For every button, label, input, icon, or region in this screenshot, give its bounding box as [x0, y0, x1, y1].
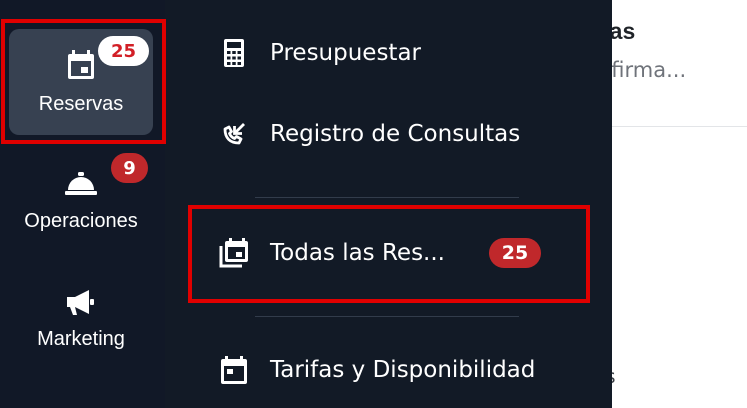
menu-item-label: Registro de Consultas [270, 121, 521, 147]
content-divider [612, 126, 747, 127]
menu-item-tarifas-y-disponibilidad[interactable]: Tarifas y Disponibilidad [165, 335, 612, 405]
page-subtitle-fragment: nfirma... [612, 58, 687, 82]
menu-divider [255, 197, 519, 198]
page-title-fragment: tas [612, 18, 636, 44]
menu-item-label: Tarifas y Disponibilidad [270, 357, 536, 383]
sidebar-item-label: Marketing [37, 328, 125, 350]
menu-item-todas-las-reservas[interactable]: Todas las Res... 25 [165, 218, 612, 288]
sidebar-item-label: Operaciones [24, 210, 138, 232]
reservas-count-badge: 25 [98, 36, 149, 66]
main-content-area: tas nfirma... as [612, 0, 747, 408]
calendar-today-icon [217, 353, 251, 387]
menu-item-label: Todas las Res... [270, 240, 445, 266]
reservas-flyout-menu: Presupuestar Registro de Consultas Todas… [165, 0, 612, 408]
content-text-fragment: as [612, 366, 616, 388]
incoming-call-icon [217, 117, 251, 151]
menu-divider [255, 316, 519, 317]
megaphone-icon [9, 288, 153, 316]
sidebar-item-marketing[interactable]: Marketing [9, 268, 153, 368]
operaciones-count-badge: 9 [111, 153, 148, 183]
todas-reservas-count-badge: 25 [489, 238, 541, 268]
menu-item-registro-de-consultas[interactable]: Registro de Consultas [165, 99, 612, 169]
menu-item-presupuestar[interactable]: Presupuestar [165, 18, 612, 88]
sidebar-item-label: Reservas [38, 93, 124, 115]
calendar-multiple-icon [217, 236, 251, 270]
menu-item-label: Presupuestar [270, 40, 422, 66]
sidebar-rail: Reservas 25 Operaciones 9 Marketing [0, 0, 165, 408]
more-items-icon [72, 400, 90, 408]
calculator-icon [217, 36, 251, 70]
